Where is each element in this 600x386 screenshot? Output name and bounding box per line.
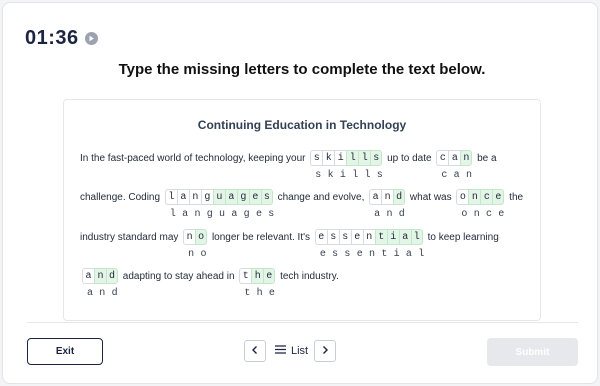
passage-text: challenge. Coding — [80, 191, 163, 203]
letter-input[interactable]: l — [346, 150, 359, 166]
passage-line: and adapting to stay ahead in the tech i… — [80, 266, 339, 286]
passage-line: challenge. Coding languages change and e… — [80, 187, 523, 207]
answer-hint: the — [244, 288, 282, 299]
letter-input[interactable]: d — [106, 268, 118, 284]
passage-text: to keep learning — [424, 231, 499, 243]
given-letter: o — [456, 189, 469, 205]
given-letter: s — [326, 229, 339, 245]
passage-text: up to date — [384, 152, 435, 164]
word-gap: the — [239, 268, 276, 284]
letter-input[interactable]: e — [248, 189, 261, 205]
word-gap: languages — [164, 189, 273, 205]
given-letter: a — [176, 189, 189, 205]
previous-button[interactable] — [244, 340, 266, 362]
passage-card: Continuing Education in Technology In th… — [63, 99, 541, 321]
play-icon[interactable] — [84, 32, 98, 45]
footer-divider — [27, 322, 578, 323]
answer-hint: no — [188, 249, 213, 260]
given-letter: n — [183, 229, 196, 245]
passage-text: In the fast-paced world of technology, k… — [80, 152, 309, 164]
answer-hint: and — [374, 209, 412, 220]
letter-input[interactable]: e — [263, 268, 276, 284]
given-letter: s — [310, 150, 323, 166]
given-letter: g — [200, 189, 213, 205]
passage-text: tech industry. — [277, 270, 339, 282]
passage-line: industry standard may no longer be relev… — [80, 227, 499, 247]
next-button[interactable] — [314, 340, 336, 362]
given-letter: n — [188, 189, 201, 205]
passage-text: change and evolve, — [274, 191, 368, 203]
letter-input[interactable]: l — [358, 150, 371, 166]
given-letter: e — [314, 229, 327, 245]
letter-input[interactable]: n — [94, 268, 106, 284]
word-gap: skills — [310, 150, 383, 166]
list-button[interactable]: List — [275, 340, 308, 362]
exit-button[interactable]: Exit — [27, 338, 103, 365]
answer-hint: languages — [169, 209, 281, 220]
word-gap: once — [456, 189, 505, 205]
given-letter: a — [82, 268, 94, 284]
timer-value: 01:36 — [25, 27, 79, 49]
passage-text: longer be relevant. It's — [209, 231, 313, 243]
word-gap: no — [183, 229, 208, 245]
passage-text: industry standard may — [80, 231, 182, 243]
given-letter: s — [338, 229, 351, 245]
given-letter: a — [369, 189, 382, 205]
word-gap: can — [436, 150, 473, 166]
letter-input[interactable]: t — [374, 229, 387, 245]
given-letter: n — [381, 189, 394, 205]
letter-input[interactable]: e — [492, 189, 505, 205]
word-gap: and — [82, 268, 118, 284]
instructions: Type the missing letters to complete the… — [118, 61, 486, 78]
letter-input[interactable]: h — [251, 268, 264, 284]
timer: 01:36 — [25, 27, 98, 50]
letter-input[interactable]: u — [212, 189, 225, 205]
letter-input[interactable]: n — [468, 189, 481, 205]
given-letter: e — [350, 229, 363, 245]
letter-input[interactable]: a — [224, 189, 237, 205]
answer-hint: can — [441, 170, 479, 181]
letter-input[interactable]: s — [370, 150, 383, 166]
letter-input[interactable]: s — [260, 189, 273, 205]
passage-text: what was — [407, 191, 455, 203]
answer-hint: essential — [319, 249, 431, 260]
given-letter: a — [448, 150, 461, 166]
letter-input[interactable]: d — [393, 189, 406, 205]
answer-hint: once — [461, 209, 511, 220]
letter-input[interactable]: i — [386, 229, 399, 245]
chevron-left-icon — [250, 342, 260, 360]
submit-button[interactable]: Submit — [487, 338, 578, 366]
letter-input[interactable]: a — [398, 229, 411, 245]
given-letter: l — [164, 189, 177, 205]
passage-text: be a — [474, 152, 497, 164]
passage-line: In the fast-paced world of technology, k… — [80, 148, 497, 168]
passage-text: adapting to stay ahead in — [120, 270, 238, 282]
given-letter: k — [322, 150, 335, 166]
given-letter: i — [334, 150, 347, 166]
word-gap: essential — [314, 229, 423, 245]
list-label: List — [291, 345, 309, 357]
passage-text: the — [506, 191, 524, 203]
quiz-window: 01:36 Type the missing letters to comple… — [2, 2, 598, 384]
word-gap: and — [369, 189, 406, 205]
letter-input[interactable]: n — [460, 150, 473, 166]
letter-input[interactable]: l — [410, 229, 423, 245]
answer-hint: and — [87, 288, 124, 299]
chevron-right-icon — [320, 342, 330, 360]
passage-title: Continuing Education in Technology — [197, 118, 407, 132]
given-letter: t — [239, 268, 252, 284]
list-icon — [275, 345, 286, 357]
letter-input[interactable]: o — [195, 229, 208, 245]
answer-hint: skills — [315, 170, 390, 181]
letter-input[interactable]: c — [480, 189, 493, 205]
letter-input[interactable]: g — [236, 189, 249, 205]
given-letter: n — [362, 229, 375, 245]
given-letter: c — [436, 150, 449, 166]
